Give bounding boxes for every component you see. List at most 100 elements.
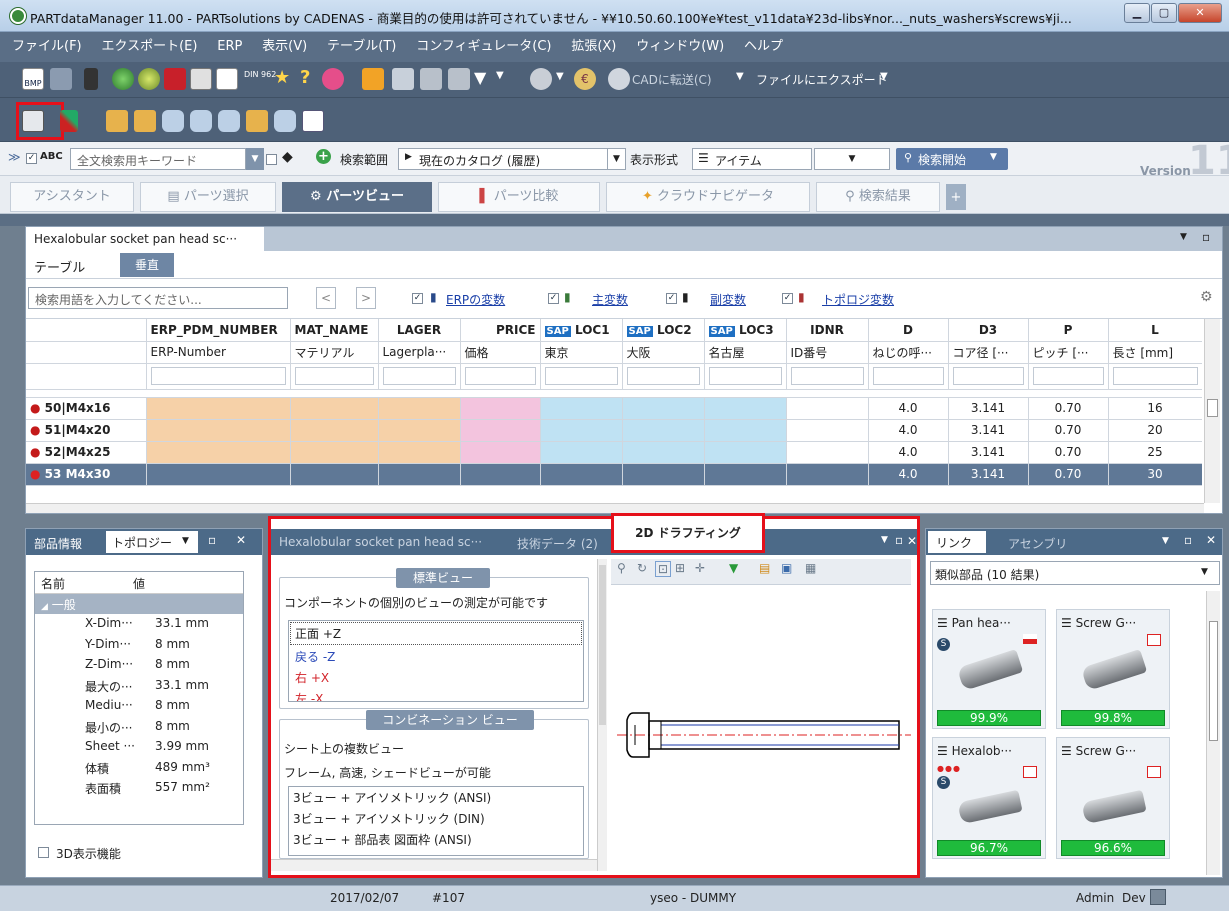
expand-icon[interactable]: ≫	[8, 150, 21, 164]
keyword-dropdown-button[interactable]: ▼	[246, 148, 264, 170]
db-mail-icon[interactable]	[190, 110, 212, 132]
tab-assistant[interactable]: アシスタント	[10, 182, 134, 212]
fit-icon[interactable]: ⊡	[655, 561, 672, 577]
menu-export[interactable]: エクスポート(E)	[97, 32, 201, 62]
list-item[interactable]: 戻る -Z	[289, 646, 583, 667]
erp-var-link[interactable]: ERPの変数	[446, 291, 505, 308]
minimize-button[interactable]: ▁	[1124, 3, 1150, 23]
traffic-light-icon[interactable]	[84, 68, 98, 90]
filter-cell[interactable]	[868, 363, 949, 390]
left-pane-hscrollbar[interactable]	[271, 859, 597, 871]
db-icon[interactable]	[162, 110, 184, 132]
similar-parts-dropdown[interactable]: 類似部品 (10 結果) ▼	[930, 561, 1220, 585]
keyword-input[interactable]: 全文検索用キーワード	[70, 148, 246, 170]
calendar-icon[interactable]	[302, 110, 324, 132]
menu-erp[interactable]: ERP	[213, 32, 246, 62]
document-icon[interactable]: ▤	[759, 561, 770, 575]
chevron-down-icon[interactable]: ▼	[1162, 536, 1169, 546]
zoom-icon[interactable]: ⚲	[617, 561, 626, 575]
table-search-input[interactable]: 検索用語を入力してください...	[28, 287, 288, 309]
table-row[interactable]: ● 52|M4x25 4.0 3.141 0.70 25	[26, 441, 1202, 464]
close-button[interactable]: ✕	[1178, 3, 1222, 23]
col-header[interactable]: P	[1028, 319, 1109, 342]
col-header[interactable]: IDNR	[786, 319, 869, 342]
col-header[interactable]: MAT_NAME	[290, 319, 379, 342]
maximize-icon[interactable]: ▫	[208, 533, 216, 547]
col-header[interactable]: PRICE	[460, 319, 541, 342]
filter-cell[interactable]	[146, 363, 291, 390]
chevron-down-icon[interactable]: ▼	[814, 148, 890, 170]
abc-checkbox[interactable]: ✓	[26, 153, 37, 164]
print-icon[interactable]: ▣	[781, 561, 792, 575]
db-add-icon[interactable]	[218, 110, 240, 132]
subtab-table[interactable]: テーブル	[34, 257, 85, 276]
similar-part-card[interactable]: ☰ Screw G··· 96.6%	[1056, 737, 1170, 859]
col-header[interactable]: SAP LOC1	[540, 319, 623, 342]
topology-var-link[interactable]: トポロジ変数	[822, 291, 894, 308]
cad-transfer-icon[interactable]	[608, 68, 630, 90]
sub-var-link[interactable]: 副変数	[710, 291, 746, 308]
filter-cell[interactable]	[540, 363, 623, 390]
add-tab-button[interactable]: +	[946, 184, 966, 210]
disk-icon[interactable]	[530, 68, 552, 90]
sub-var-checkbox[interactable]: ✓	[666, 293, 677, 304]
grid-vscrollbar[interactable]	[1204, 319, 1220, 503]
links-scrollbar[interactable]	[1206, 591, 1220, 875]
filter-cell[interactable]	[948, 363, 1029, 390]
maximize-button[interactable]: ▢	[1151, 3, 1177, 23]
star-icon[interactable]: ★	[274, 67, 290, 88]
similar-part-card[interactable]: ☰ Screw G··· 99.8%	[1056, 609, 1170, 729]
maximize-icon[interactable]: ▫	[1184, 533, 1192, 547]
main-var-checkbox[interactable]: ✓	[548, 293, 559, 304]
price-icon[interactable]: €	[574, 68, 596, 90]
tab-part-info[interactable]: 部品情報	[34, 535, 82, 552]
property-group[interactable]: ◢ 一般	[35, 594, 243, 614]
search-start-button[interactable]: ⚲ 検索開始 ▼	[896, 148, 1008, 170]
col-header[interactable]: SAP LOC2	[622, 319, 705, 342]
filter-cell[interactable]	[1108, 363, 1202, 390]
cad-transfer-button[interactable]: CADに転送(C)	[632, 71, 712, 88]
filter-cell[interactable]	[704, 363, 787, 390]
list-item[interactable]: 3ビュー + アイソメトリック (DIN)	[289, 808, 583, 829]
rotate-icon[interactable]: ↻	[637, 561, 647, 575]
chevron-down-icon[interactable]: ▼	[881, 535, 888, 545]
grid-hscrollbar[interactable]	[26, 503, 1204, 513]
topology-var-checkbox[interactable]: ✓	[782, 293, 793, 304]
chevron-down-icon[interactable]: ▼	[496, 70, 504, 81]
list-item[interactable]: 正面 +Z	[290, 622, 582, 645]
col-header[interactable]: LAGER	[378, 319, 461, 342]
display-format-select[interactable]: ☰ アイテム	[692, 148, 812, 170]
erp-var-checkbox[interactable]: ✓	[412, 293, 423, 304]
close-icon[interactable]: ✕	[236, 533, 246, 547]
list-item[interactable]: 3ビュー + アイソメトリック (ANSI)	[289, 787, 583, 808]
chevron-down-icon[interactable]: ▼	[880, 71, 888, 82]
menu-window[interactable]: ウィンドウ(W)	[632, 32, 728, 62]
menu-configurator[interactable]: コンフィギュレータ(C)	[412, 32, 555, 62]
filter-cell[interactable]	[460, 363, 541, 390]
cart-icon[interactable]	[50, 68, 72, 90]
close-icon[interactable]: ✕	[1206, 533, 1216, 547]
table-row[interactable]: ● 50|M4x16 4.0 3.141 0.70 16	[26, 397, 1202, 420]
table-row[interactable]: ● 51|M4x20 4.0 3.141 0.70 20	[26, 419, 1202, 442]
col-header[interactable]: ERP_PDM_NUMBER	[146, 319, 291, 342]
list-item[interactable]: 左 -X	[289, 688, 583, 701]
menu-table[interactable]: テーブル(T)	[323, 32, 400, 62]
plugin-icon[interactable]	[322, 68, 344, 90]
menu-extensions[interactable]: 拡張(X)	[567, 32, 620, 62]
filter-cell[interactable]	[1028, 363, 1109, 390]
tab-2d-drafting[interactable]: 2D ドラフティング	[611, 513, 765, 553]
arrow-icon[interactable]	[216, 68, 238, 90]
left-pane-scrollbar[interactable]	[597, 559, 607, 871]
down-arrow-icon[interactable]: ▼	[729, 561, 738, 575]
tab-links[interactable]: リンク	[928, 531, 986, 553]
gear-icon[interactable]: ⚙	[1200, 289, 1213, 305]
tab-part-selection[interactable]: ▤ パーツ選択	[140, 182, 276, 212]
table-panel-title[interactable]: Hexalobular socket pan head sc···	[26, 227, 264, 251]
globe-icon[interactable]	[138, 68, 160, 90]
tab-part-view[interactable]: ⚙ パーツビュー	[282, 182, 432, 212]
table-view-icon[interactable]	[22, 110, 44, 132]
col-header[interactable]: D	[868, 319, 949, 342]
subtab-vertical[interactable]: 垂直	[120, 253, 174, 277]
tab-assembly[interactable]: アセンブリ	[1008, 535, 1067, 552]
filter-cell[interactable]	[786, 363, 869, 390]
